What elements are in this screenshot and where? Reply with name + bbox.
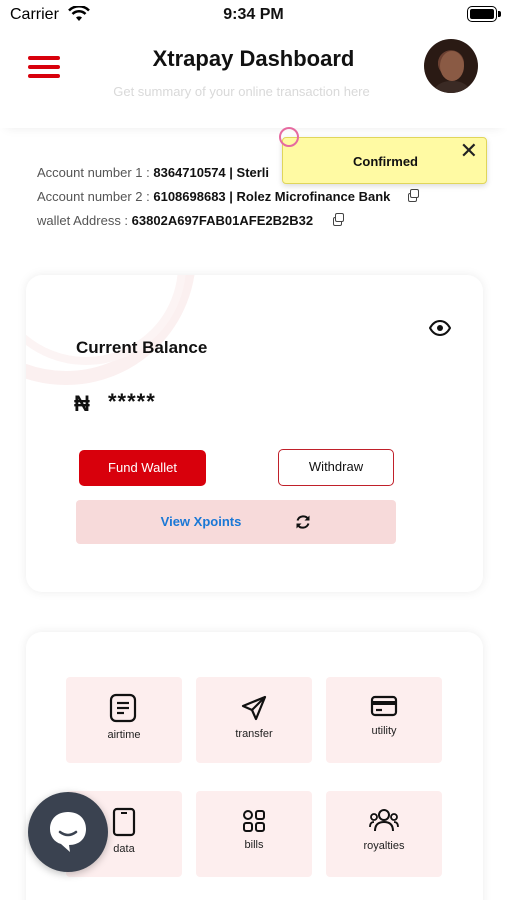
clock: 9:34 PM (223, 6, 284, 23)
app-header: Xtrapay Dashboard Get summary of your on… (0, 30, 507, 128)
close-icon[interactable]: ✕ (460, 140, 478, 162)
service-label: transfer (235, 728, 273, 740)
avatar[interactable] (424, 39, 478, 93)
send-icon (241, 695, 267, 721)
document-icon (109, 693, 137, 723)
touch-indicator (279, 127, 299, 147)
status-bar: Carrier 9:34 PM (0, 0, 507, 30)
account-number-1: Account number 1 : 8364710574 | Sterli (37, 165, 269, 180)
view-xpoints-label: View Xpoints (160, 514, 242, 529)
battery-icon (467, 6, 501, 22)
withdraw-button[interactable]: Withdraw (278, 449, 394, 486)
account-number-2-label: Account number 2 : (37, 189, 150, 204)
balance-card: Current Balance ₦ ***** Fund Wallet With… (26, 275, 483, 592)
account-number-1-label: Account number 1 : (37, 165, 150, 180)
service-label: utility (371, 725, 397, 737)
chat-button[interactable] (28, 792, 108, 872)
current-balance-label: Current Balance (76, 338, 208, 357)
service-utility[interactable]: utility (326, 677, 442, 763)
service-airtime[interactable]: airtime (66, 677, 182, 763)
confirmation-toast: Confirmed ✕ (282, 137, 487, 184)
copy-icon[interactable] (408, 189, 420, 203)
account-number-2: Account number 2 : 6108698683 | Rolez Mi… (37, 189, 420, 204)
grid-icon (243, 810, 265, 832)
balance-value: ***** (108, 389, 156, 414)
service-label: bills (244, 839, 264, 851)
card-icon (370, 695, 398, 717)
service-bills[interactable]: bills (196, 791, 312, 877)
users-icon (369, 809, 399, 832)
refresh-icon[interactable] (294, 513, 312, 536)
service-label: royalties (363, 840, 405, 852)
service-transfer[interactable]: transfer (196, 677, 312, 763)
wallet-address: wallet Address : 63802A697FAB01AFE2B2B32 (37, 213, 344, 228)
account-number-2-value: 6108698683 | Rolez Microfinance Bank (153, 189, 391, 204)
currency-symbol: ₦ (74, 391, 90, 416)
account-number-1-value: 8364710574 | Sterli (153, 165, 270, 180)
service-label: airtime (107, 729, 141, 741)
fund-wallet-button[interactable]: Fund Wallet (79, 450, 206, 486)
wallet-address-value: 63802A697FAB01AFE2B2B32 (131, 213, 314, 228)
phone-icon (112, 807, 136, 837)
toast-message: Confirmed (353, 154, 418, 169)
copy-icon[interactable] (332, 213, 344, 227)
view-xpoints-button[interactable]: View Xpoints (76, 500, 396, 544)
wallet-address-label: wallet Address : (37, 213, 129, 228)
eye-icon[interactable] (428, 319, 452, 341)
page-subtitle: Get summary of your online transaction h… (113, 84, 370, 99)
chat-bubble-icon (50, 812, 86, 852)
service-royalties[interactable]: royalties (326, 791, 442, 877)
